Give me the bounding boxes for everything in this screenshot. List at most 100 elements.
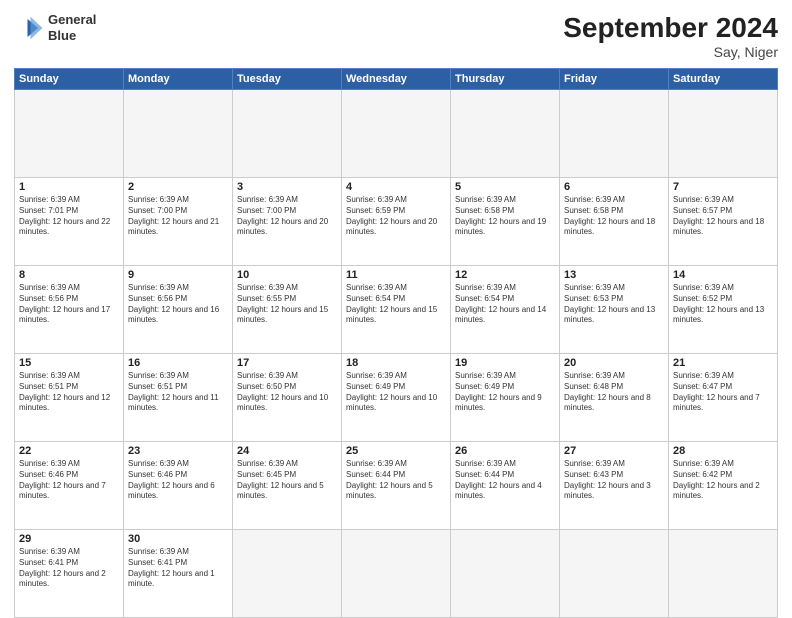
day-number: 22: [19, 445, 119, 457]
day-info: Sunrise: 6:39 AMSunset: 6:44 PMDaylight:…: [455, 459, 555, 502]
day-info: Sunrise: 6:39 AMSunset: 6:53 PMDaylight:…: [564, 283, 664, 326]
day-number: 25: [346, 445, 446, 457]
day-number: 1: [19, 181, 119, 193]
day-number: 8: [19, 269, 119, 281]
day-number: 2: [128, 181, 228, 193]
calendar-cell: 13 Sunrise: 6:39 AMSunset: 6:53 PMDayligh…: [560, 266, 669, 354]
calendar-cell: 17Sunrise: 6:39 AMSunset: 6:50 PMDayligh…: [233, 354, 342, 442]
calendar-cell: 14 Sunrise: 6:39 AMSunset: 6:52 PMDayligh…: [669, 266, 778, 354]
day-info: Sunrise: 6:39 AMSunset: 7:01 PMDaylight:…: [19, 195, 119, 238]
day-number: 7: [673, 181, 773, 193]
calendar-cell: 27Sunrise: 6:39 AMSunset: 6:43 PMDayligh…: [560, 442, 669, 530]
calendar-cell: [15, 90, 124, 178]
logo-text: General Blue: [48, 12, 96, 43]
day-number: 29: [19, 533, 119, 545]
day-number: 10: [237, 269, 337, 281]
calendar-cell: 26 Sunrise: 6:39 AMSunset: 6:44 PMDayligh…: [451, 442, 560, 530]
calendar-cell: 8Sunrise: 6:39 AMSunset: 6:56 PMDaylight…: [15, 266, 124, 354]
day-info: Sunrise: 6:39 AMSunset: 6:46 PMDaylight:…: [19, 459, 119, 502]
day-info: Sunrise: 6:39 AMSunset: 6:51 PMDaylight:…: [19, 371, 119, 414]
day-number: 30: [128, 533, 228, 545]
day-info: Sunrise: 6:39 AMSunset: 6:51 PMDaylight:…: [128, 371, 228, 414]
calendar-cell: 10 Sunrise: 6:39 AMSunset: 6:55 PMDayligh…: [233, 266, 342, 354]
day-info: Sunrise: 6:39 AMSunset: 6:49 PMDaylight:…: [455, 371, 555, 414]
title-block: September 2024 Say, Niger: [563, 12, 778, 60]
weekday-header-cell: Sunday: [15, 69, 124, 90]
day-number: 11: [346, 269, 446, 281]
day-number: 13: [564, 269, 664, 281]
day-number: 4: [346, 181, 446, 193]
weekday-header-cell: Wednesday: [342, 69, 451, 90]
weekday-header-cell: Tuesday: [233, 69, 342, 90]
location: Say, Niger: [563, 44, 778, 60]
day-info: Sunrise: 6:39 AMSunset: 6:42 PMDaylight:…: [673, 459, 773, 502]
day-info: Sunrise: 6:39 AMSunset: 7:00 PMDaylight:…: [237, 195, 337, 238]
day-number: 20: [564, 357, 664, 369]
logo: General Blue: [14, 12, 96, 43]
calendar-cell: [124, 90, 233, 178]
calendar-table: SundayMondayTuesdayWednesdayThursdayFrid…: [14, 68, 778, 618]
calendar-cell: 11 Sunrise: 6:39 AMSunset: 6:54 PMDayligh…: [342, 266, 451, 354]
day-info: Sunrise: 6:39 AMSunset: 6:54 PMDaylight:…: [346, 283, 446, 326]
day-info: Sunrise: 6:39 AMSunset: 6:59 PMDaylight:…: [346, 195, 446, 238]
calendar-cell: [669, 90, 778, 178]
calendar-cell: 30 Sunrise: 6:39 AMSunset: 6:41 PMDayligh…: [124, 530, 233, 618]
day-info: Sunrise: 6:39 AMSunset: 6:58 PMDaylight:…: [564, 195, 664, 238]
day-info: Sunrise: 6:39 AMSunset: 6:41 PMDaylight:…: [128, 547, 228, 590]
calendar-cell: 1 Sunrise: 6:39 AMSunset: 7:01 PMDaylight…: [15, 178, 124, 266]
calendar-cell: [451, 530, 560, 618]
day-info: Sunrise: 6:39 AMSunset: 6:52 PMDaylight:…: [673, 283, 773, 326]
day-number: 24: [237, 445, 337, 457]
calendar-cell: 22 Sunrise: 6:39 AMSunset: 6:46 PMDayligh…: [15, 442, 124, 530]
day-info: Sunrise: 6:39 AMSunset: 6:58 PMDaylight:…: [455, 195, 555, 238]
calendar-cell: 9 Sunrise: 6:39 AMSunset: 6:56 PMDaylight…: [124, 266, 233, 354]
day-info: Sunrise: 6:39 AMSunset: 6:49 PMDaylight:…: [346, 371, 446, 414]
day-number: 18: [346, 357, 446, 369]
weekday-header-cell: Monday: [124, 69, 233, 90]
calendar-cell: 15 Sunrise: 6:39 AMSunset: 6:51 PMDayligh…: [15, 354, 124, 442]
day-number: 3: [237, 181, 337, 193]
day-info: Sunrise: 6:39 AMSunset: 6:47 PMDaylight:…: [673, 371, 773, 414]
day-info: Sunrise: 6:39 AMSunset: 7:00 PMDaylight:…: [128, 195, 228, 238]
day-info: Sunrise: 6:39 AMSunset: 6:56 PMDaylight:…: [128, 283, 228, 326]
day-number: 14: [673, 269, 773, 281]
day-info: Sunrise: 6:39 AMSunset: 6:44 PMDaylight:…: [346, 459, 446, 502]
day-number: 21: [673, 357, 773, 369]
calendar-cell: 6 Sunrise: 6:39 AMSunset: 6:58 PMDaylight…: [560, 178, 669, 266]
weekday-header-cell: Saturday: [669, 69, 778, 90]
calendar-cell: 29 Sunrise: 6:39 AMSunset: 6:41 PMDayligh…: [15, 530, 124, 618]
calendar-cell: 18 Sunrise: 6:39 AMSunset: 6:49 PMDayligh…: [342, 354, 451, 442]
calendar-cell: 3 Sunrise: 6:39 AMSunset: 7:00 PMDaylight…: [233, 178, 342, 266]
day-info: Sunrise: 6:39 AMSunset: 6:57 PMDaylight:…: [673, 195, 773, 238]
day-number: 6: [564, 181, 664, 193]
day-info: Sunrise: 6:39 AMSunset: 6:45 PMDaylight:…: [237, 459, 337, 502]
day-info: Sunrise: 6:39 AMSunset: 6:41 PMDaylight:…: [19, 547, 119, 590]
day-info: Sunrise: 6:39 AMSunset: 6:48 PMDaylight:…: [564, 371, 664, 414]
header: General Blue September 2024 Say, Niger: [14, 12, 778, 60]
calendar-cell: [560, 530, 669, 618]
calendar-cell: [233, 90, 342, 178]
day-info: Sunrise: 6:39 AMSunset: 6:55 PMDaylight:…: [237, 283, 337, 326]
day-info: Sunrise: 6:39 AMSunset: 6:46 PMDaylight:…: [128, 459, 228, 502]
calendar-cell: 21 Sunrise: 6:39 AMSunset: 6:47 PMDayligh…: [669, 354, 778, 442]
day-number: 16: [128, 357, 228, 369]
day-number: 9: [128, 269, 228, 281]
calendar-cell: 28 Sunrise: 6:39 AMSunset: 6:42 PMDayligh…: [669, 442, 778, 530]
calendar-cell: 16 Sunrise: 6:39 AMSunset: 6:51 PMDayligh…: [124, 354, 233, 442]
page: General Blue September 2024 Say, Niger S…: [0, 0, 792, 612]
calendar-cell: 5Sunrise: 6:39 AMSunset: 6:58 PMDaylight…: [451, 178, 560, 266]
day-number: 26: [455, 445, 555, 457]
calendar-cell: 24 Sunrise: 6:39 AMSunset: 6:45 PMDayligh…: [233, 442, 342, 530]
day-number: 28: [673, 445, 773, 457]
calendar-cell: [451, 90, 560, 178]
day-number: 17: [237, 357, 337, 369]
calendar-cell: 23Sunrise: 6:39 AMSunset: 6:46 PMDayligh…: [124, 442, 233, 530]
weekday-header-cell: Thursday: [451, 69, 560, 90]
day-number: 19: [455, 357, 555, 369]
calendar-cell: [233, 530, 342, 618]
weekday-header-cell: Friday: [560, 69, 669, 90]
day-number: 12: [455, 269, 555, 281]
day-info: Sunrise: 6:39 AMSunset: 6:54 PMDaylight:…: [455, 283, 555, 326]
day-number: 15: [19, 357, 119, 369]
calendar-cell: [342, 530, 451, 618]
